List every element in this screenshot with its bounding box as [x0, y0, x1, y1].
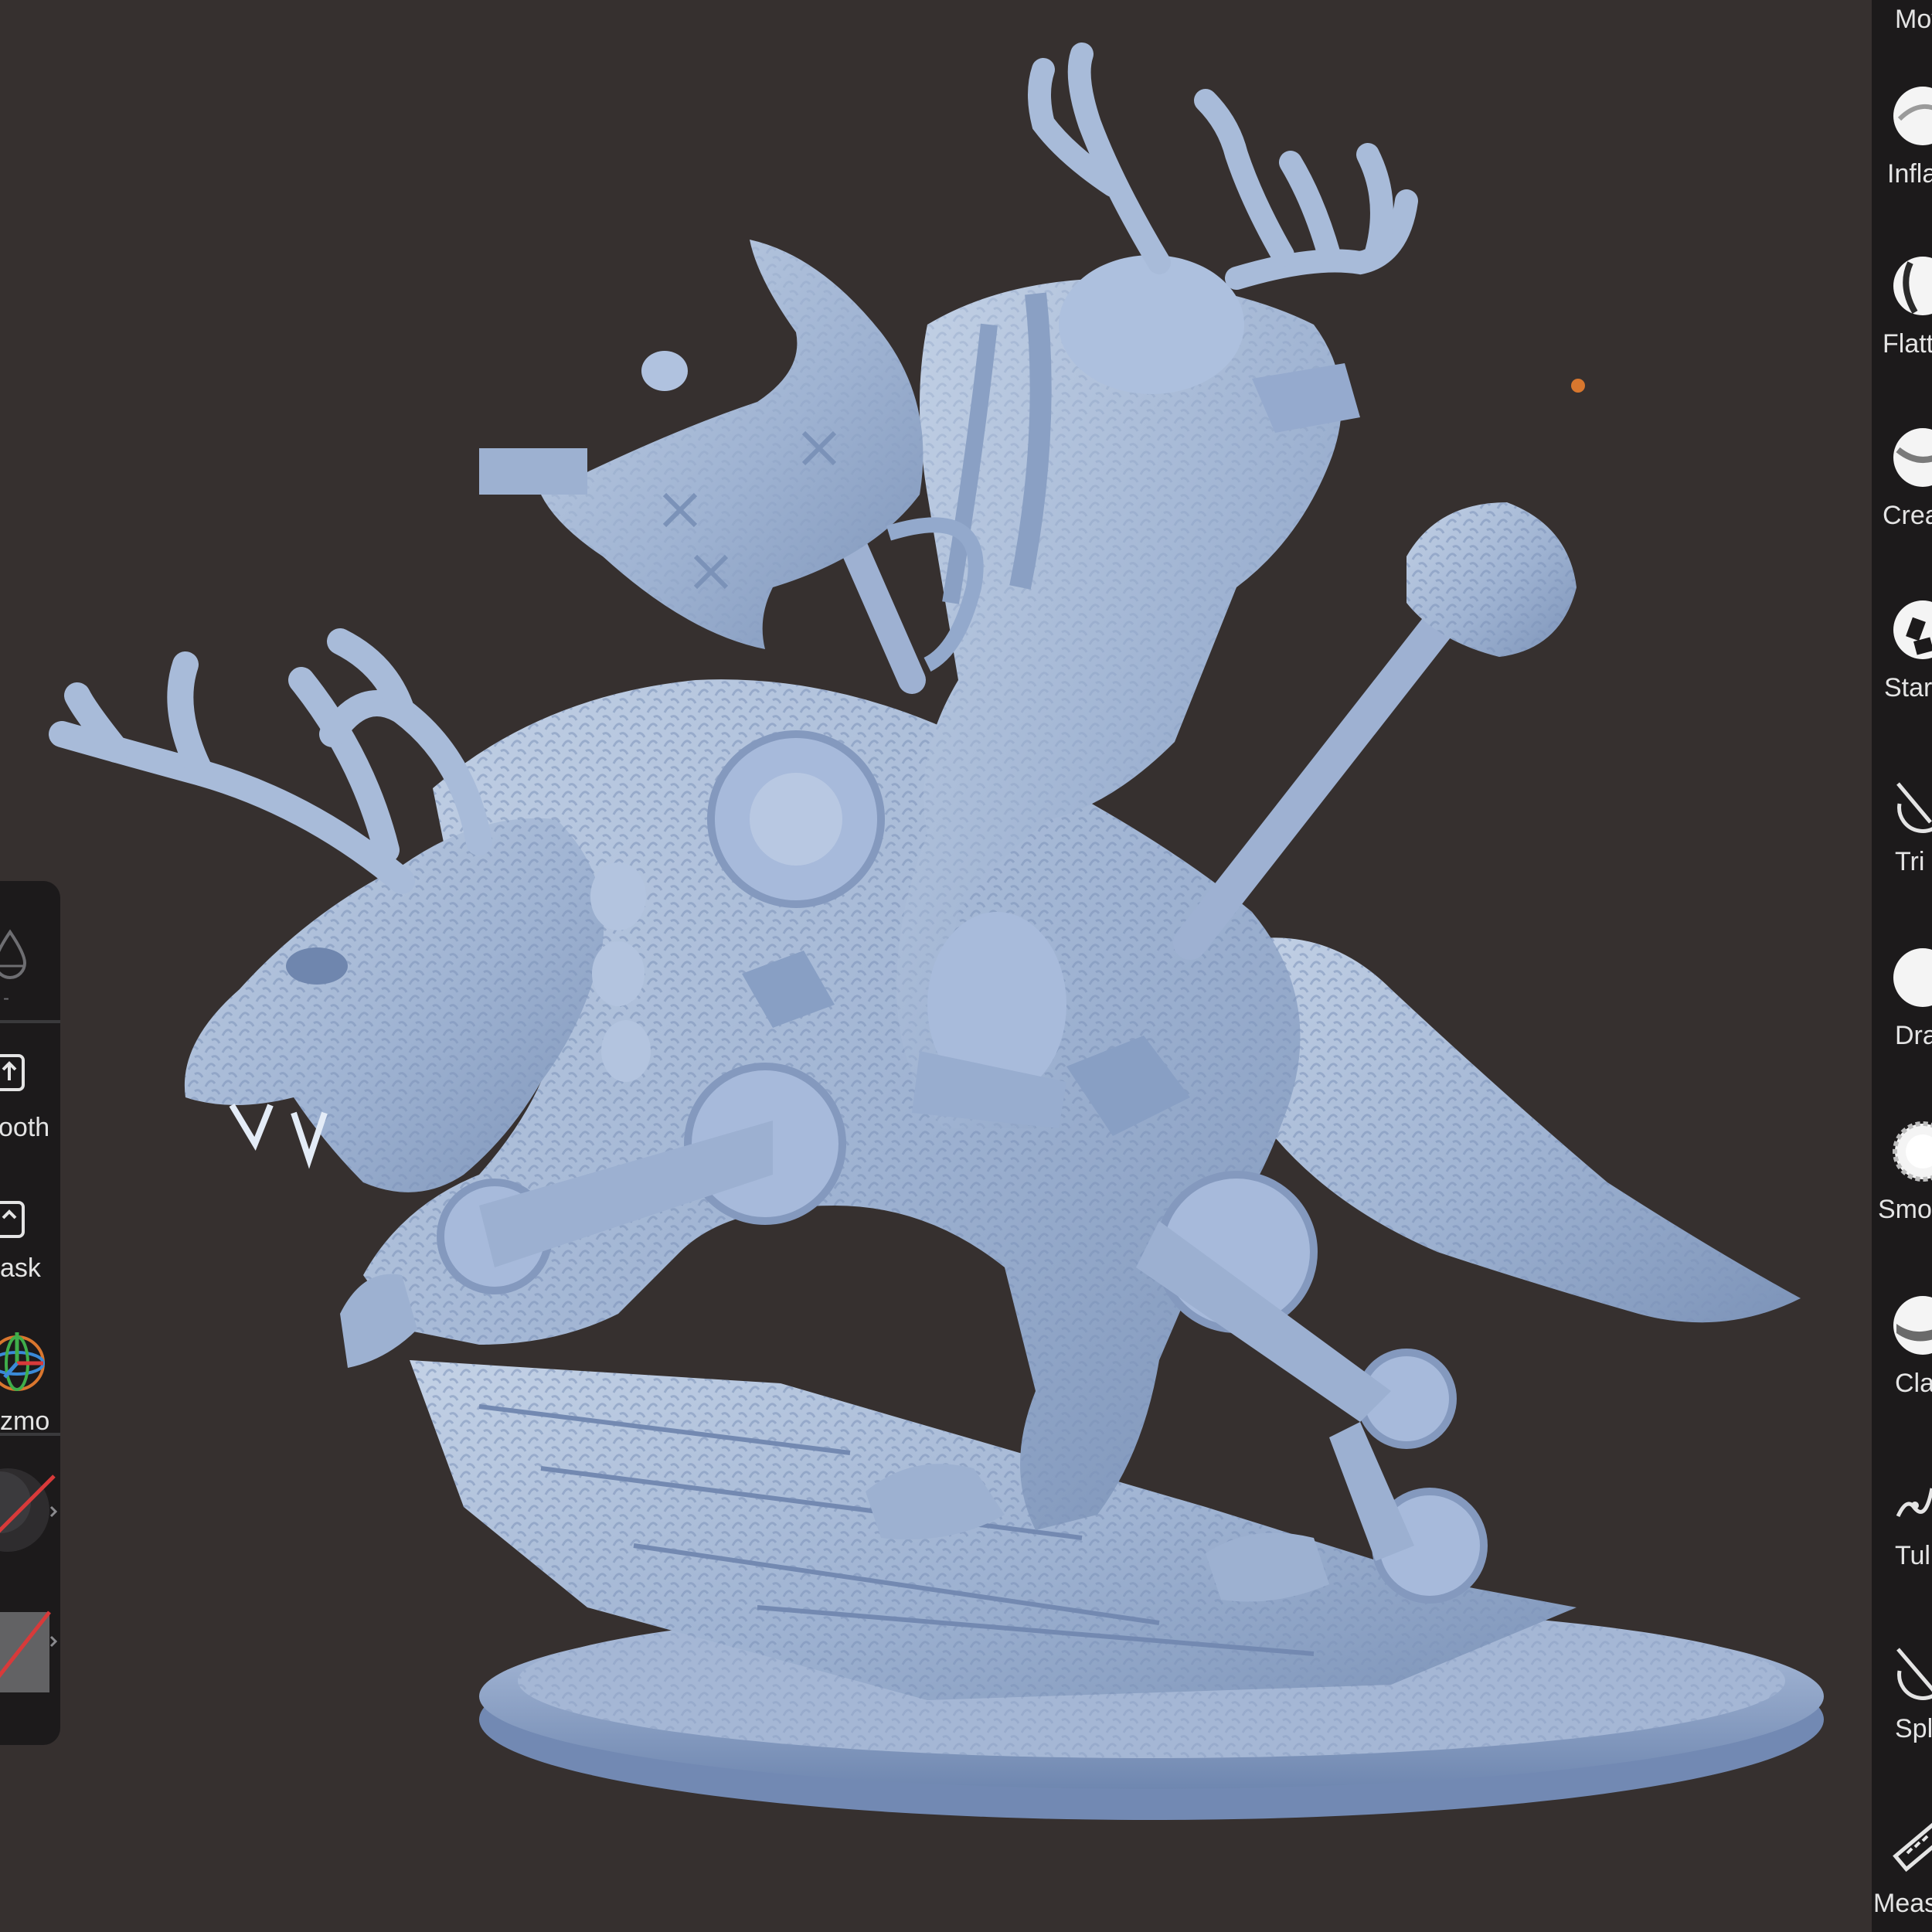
inflate-icon	[1893, 87, 1932, 145]
tool-split[interactable]: Spl	[1872, 1609, 1932, 1764]
panel-divider	[0, 1433, 60, 1436]
3d-viewport[interactable]	[0, 0, 1872, 1932]
ruler-icon	[1893, 1820, 1932, 1872]
smooth-button[interactable]: ooth	[0, 1036, 60, 1182]
axe	[479, 240, 984, 694]
tool-trim[interactable]: Tri	[1872, 742, 1932, 896]
drop-slot[interactable]: -	[0, 896, 60, 1028]
tube-icon	[1896, 1488, 1932, 1518]
smooth-icon	[0, 1054, 25, 1091]
crease-icon	[1893, 428, 1932, 487]
tool-trim-label: Tri	[1895, 847, 1925, 876]
tool-measure[interactable]: Meas	[1872, 1784, 1932, 1932]
tool-clay[interactable]: Cla	[1872, 1264, 1932, 1418]
sculpt-app: - ooth ask zmo Mo Infla Flatt Cre Star T…	[0, 0, 1932, 1932]
material-ball-icon	[0, 1468, 58, 1552]
clay-icon	[1893, 1296, 1932, 1355]
tool-move-label: Mov	[1895, 5, 1932, 34]
drop-icon	[0, 929, 27, 979]
smooth-label: ooth	[0, 1113, 50, 1142]
wolf-antlers	[49, 628, 492, 894]
mask-button[interactable]: ask	[0, 1182, 60, 1321]
split-icon	[1896, 1648, 1932, 1700]
texture-swatch-icon	[0, 1611, 58, 1692]
drop-slot-value: -	[3, 988, 9, 1009]
tool-drag[interactable]: Dra	[1872, 916, 1932, 1070]
mask-label: ask	[0, 1253, 41, 1283]
rider-antlers	[1028, 43, 1418, 290]
flatten-icon	[1893, 257, 1932, 315]
gizmo-button[interactable]: zmo	[0, 1314, 60, 1461]
left-panel: - ooth ask zmo	[0, 881, 60, 1745]
tool-strip: Mov Infla Flatt Crea	[1872, 0, 1932, 1932]
stamp-icon	[1893, 600, 1932, 659]
gizmo-icon	[0, 1332, 45, 1391]
mask-icon	[0, 1201, 25, 1238]
tool-tube-label: Tul	[1895, 1541, 1930, 1570]
tool-stamp[interactable]: Star	[1872, 568, 1932, 723]
tool-measure-label: Meas	[1873, 1889, 1932, 1918]
tool-smooth[interactable]: Smo	[1872, 1090, 1932, 1244]
tool-inflate[interactable]: Infla	[1872, 54, 1932, 209]
tool-split-label: Spl	[1895, 1714, 1932, 1743]
tool-crease[interactable]: Crea	[1872, 396, 1932, 550]
tool-inflate-label: Infla	[1887, 159, 1932, 189]
tool-crease-label: Crea	[1883, 501, 1932, 530]
tool-tube[interactable]: Tul	[1872, 1436, 1932, 1590]
tool-clay-label: Cla	[1895, 1369, 1932, 1398]
trim-icon	[1896, 782, 1932, 833]
tool-drag-label: Dra	[1895, 1021, 1932, 1050]
tool-stamp-label: Star	[1884, 673, 1932, 702]
smooth-brush-icon	[1893, 1121, 1932, 1182]
drag-icon	[1893, 948, 1932, 1007]
panel-divider	[0, 1020, 60, 1023]
tool-move[interactable]: Mov	[1872, 0, 1932, 54]
material-swatch[interactable]	[0, 1453, 60, 1577]
tool-smooth-label: Smo	[1878, 1195, 1932, 1224]
tool-flatten[interactable]: Flatt	[1872, 224, 1932, 379]
pivot-marker[interactable]	[1571, 379, 1585, 393]
tool-flatten-label: Flatt	[1883, 329, 1932, 359]
sculpted-model[interactable]	[0, 0, 1872, 1932]
texture-swatch[interactable]	[0, 1592, 60, 1700]
